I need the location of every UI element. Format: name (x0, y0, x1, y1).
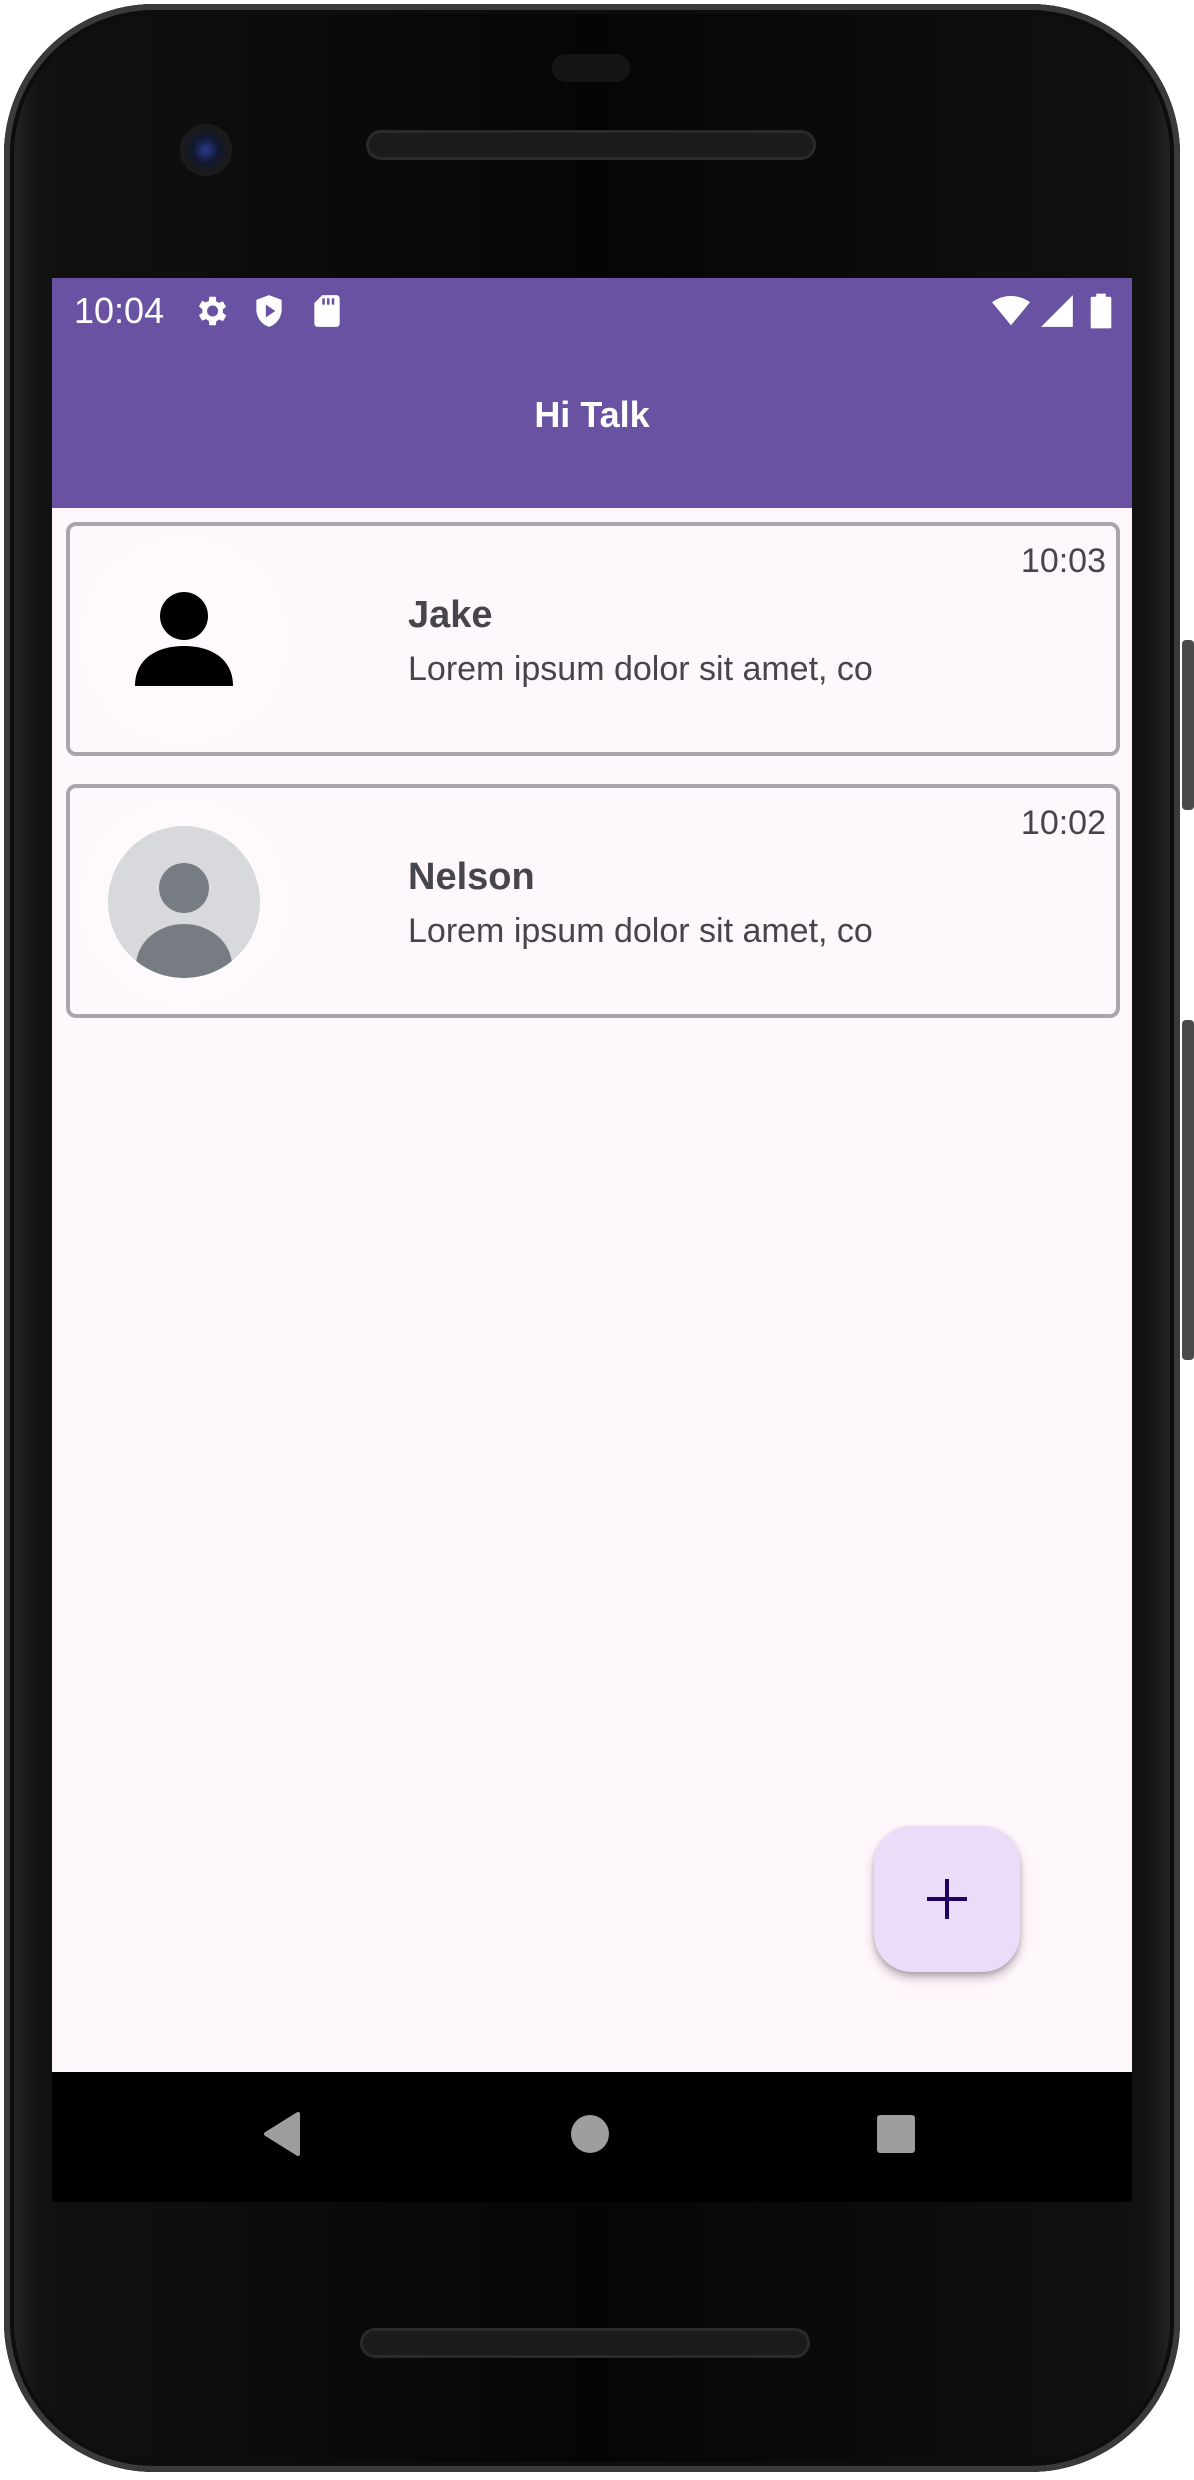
bottom-speaker (360, 2328, 810, 2358)
cell-signal-icon (1041, 295, 1073, 327)
shield-play-icon (256, 295, 282, 327)
avatar (80, 798, 288, 1006)
app-bar: Hi Talk (52, 344, 1132, 508)
battery-icon (1090, 293, 1112, 329)
message-time: 10:02 (1020, 804, 1106, 842)
volume-button (1182, 1020, 1194, 1360)
avatar (80, 536, 288, 744)
plus-icon (927, 1879, 967, 1919)
earpiece-speaker (366, 130, 816, 160)
app-title: Hi Talk (534, 394, 650, 435)
contact-name: Nelson (408, 856, 535, 898)
message-time: 10:03 (1020, 542, 1106, 580)
back-icon[interactable] (254, 2104, 314, 2164)
proximity-sensor (552, 54, 630, 82)
phone-frame: 10:04 Hi Talk Jake Lorem ipsum dolor sit… (0, 0, 1194, 2480)
recents-icon[interactable] (866, 2104, 926, 2164)
status-time: 10:04 (74, 290, 165, 331)
last-message: Lorem ipsum dolor sit amet, co (408, 650, 873, 688)
chat-item-jake[interactable]: Jake Lorem ipsum dolor sit amet, co 10:0… (66, 522, 1120, 756)
sd-card-icon (314, 295, 340, 327)
status-bar: 10:04 (52, 278, 1132, 344)
chat-item-nelson[interactable]: Nelson Lorem ipsum dolor sit amet, co 10… (66, 784, 1120, 1018)
power-button (1182, 640, 1194, 810)
wifi-icon (992, 295, 1030, 326)
default-avatar-icon (108, 826, 260, 978)
screen: 10:04 Hi Talk Jake Lorem ipsum dolor sit… (52, 278, 1132, 2072)
front-camera (180, 124, 232, 176)
navigation-bar (52, 2072, 1132, 2202)
person-silhouette-icon (135, 592, 233, 686)
new-chat-button[interactable] (874, 1826, 1020, 1972)
last-message: Lorem ipsum dolor sit amet, co (408, 912, 873, 950)
contact-name: Jake (408, 594, 493, 636)
gear-icon (198, 296, 227, 326)
home-icon[interactable] (560, 2104, 620, 2164)
